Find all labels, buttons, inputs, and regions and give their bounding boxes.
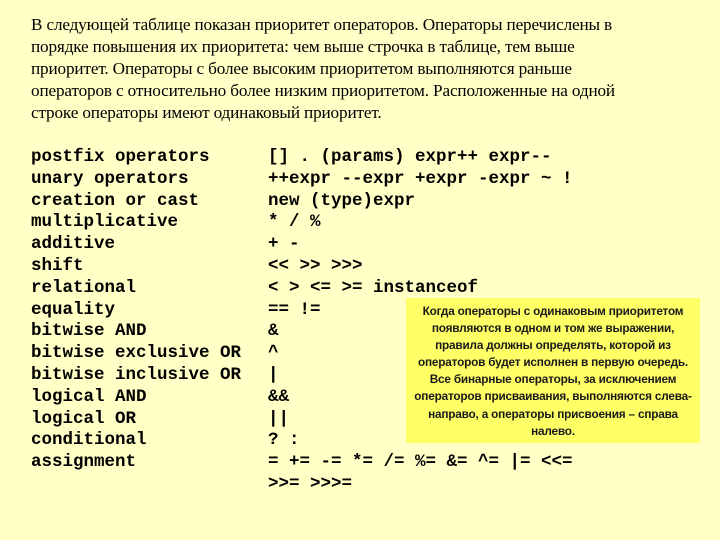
associativity-note-box: Когда операторы с одинаковым приоритетом… [406, 298, 700, 443]
intro-line: приоритет. Операторы с более высоким при… [31, 59, 572, 78]
note-line: операторов присваивания, выполняются сле… [414, 389, 692, 404]
operator-category: bitwise inclusive OR [31, 364, 242, 385]
operator-list: ? : [268, 430, 300, 451]
operator-category: equality [31, 299, 116, 320]
note-line: правила должны определять, которой из [435, 338, 671, 353]
intro-paragraph: В следующей таблице показан приоритет оп… [31, 14, 691, 124]
operator-category: bitwise AND [31, 321, 147, 342]
operator-category: unary operators [31, 168, 189, 189]
operator-list: & [268, 321, 279, 342]
table-row: additive + - [31, 234, 573, 256]
operator-category: multiplicative [31, 212, 179, 233]
note-line: Когда операторы с одинаковым приоритетом [422, 304, 684, 318]
intro-line: строке операторы имеют одинаковый приори… [31, 103, 382, 122]
operator-category [31, 474, 268, 496]
operator-category: logical OR [31, 408, 137, 429]
operator-list: | [268, 364, 279, 385]
table-row: >>= >>>= [31, 474, 573, 496]
operator-list: < > <= >= instanceof [268, 277, 479, 298]
operator-list: new (type)expr [268, 190, 416, 211]
operator-list: ^ [268, 343, 279, 364]
operator-category: additive [31, 234, 116, 255]
operator-list: == != [268, 299, 321, 320]
operator-list: [] . (params) expr++ expr-- [268, 147, 552, 167]
note-line: Все бинарные операторы, за исключением [429, 372, 677, 387]
operator-list: ++expr --expr +expr -expr ~ ! [268, 168, 573, 189]
note-line: появляются в одном и том же выражении, [431, 321, 675, 336]
operator-list: * / % [268, 212, 321, 233]
operator-list: + - [268, 234, 300, 255]
note-line: направо, а операторы присвоения – справа [428, 406, 678, 421]
operator-list: || [268, 408, 290, 429]
operator-list: >>= >>>= [268, 473, 353, 494]
operator-category: logical AND [31, 386, 147, 407]
note-line: налево. [531, 423, 575, 438]
operator-category: shift [31, 255, 84, 276]
operator-list: = += -= *= /= %= &= ^= |= <<= [268, 452, 573, 473]
operator-list: << >> >>> [268, 255, 363, 276]
table-row: relational < > <= >= instanceof [31, 278, 573, 300]
table-row: creation or cast new (type)expr [31, 191, 573, 213]
operator-category: conditional [31, 430, 147, 451]
intro-line: порядке повышения их приоритета: чем выш… [31, 37, 575, 56]
intro-line: В следующей таблице показан приоритет оп… [31, 15, 613, 34]
note-line: операторов будет исполнен в первую очере… [417, 355, 688, 370]
table-row: multiplicative * / % [31, 212, 573, 234]
table-row: postfix operators [] . (params) expr++ ex… [31, 147, 573, 169]
operator-category: creation or cast [31, 190, 200, 211]
operator-category: relational [31, 277, 137, 298]
operator-category: bitwise exclusive OR [31, 343, 242, 364]
operator-category: assignment [31, 452, 137, 473]
table-row: assignment = += -= *= /= %= &= ^= |= <<= [31, 452, 573, 474]
table-row: unary operators ++expr --expr +expr -expr… [31, 169, 573, 191]
operator-list: && [268, 386, 290, 407]
operator-category: postfix operators [31, 147, 210, 167]
table-row: shift << >> >>> [31, 256, 573, 278]
intro-line: операторов с относительно более низким п… [31, 81, 615, 100]
